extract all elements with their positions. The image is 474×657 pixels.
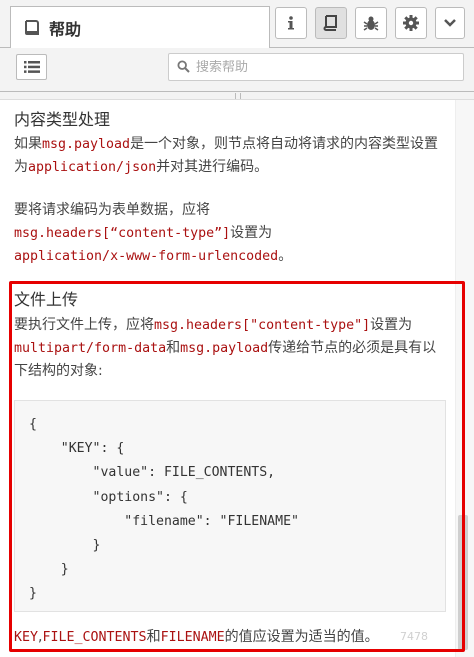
paragraph-values: KEY,FILE_CONTENTS和FILENAME的值应设置为适当的值。 [14,629,379,645]
toc-toggle-button[interactable] [16,54,47,80]
paragraph-content-type: 如果msg.payload是一个对象，则节点将自动将请求的内容类型设置为appl… [14,136,439,175]
info-button[interactable] [275,7,307,39]
search-box[interactable] [168,53,464,81]
chevron-down-icon [444,18,456,28]
section-heading-content-type: 内容类型处理 [14,110,111,129]
info-icon [284,15,298,31]
code-block: { "KEY": { "value": FILE_CONTENTS, "opti… [14,400,446,612]
settings-button[interactable] [395,7,427,39]
tab-help[interactable]: 帮助 [10,6,270,49]
scrollbar-thumb[interactable] [458,515,468,650]
help-content: 内容类型处理 如果msg.payload是一个对象，则节点将自动将请求的内容类型… [0,100,455,657]
more-button[interactable] [435,7,465,39]
bug-icon [362,14,380,32]
paragraph-form-data: 要将请求编码为表单数据，应将 msg.headers[“content-type”… [14,202,293,264]
search-input[interactable] [196,59,446,75]
list-icon [23,58,40,77]
book-icon [322,14,340,32]
gear-icon [402,14,420,32]
watermark: 7478 [400,630,428,643]
debug-button[interactable] [355,7,387,39]
section-heading-file-upload: 文件上传 [14,290,79,309]
paragraph-file-upload: 要执行文件上传，应将msg.headers["content-type"]设置为… [14,317,437,379]
splitter-handle[interactable] [235,93,241,99]
search-icon [177,58,190,77]
code-block-text: { "KEY": { "value": FILE_CONTENTS, "opti… [29,417,299,602]
book-icon [23,19,41,37]
help-button[interactable] [315,7,347,39]
tab-title: 帮助 [49,20,82,39]
